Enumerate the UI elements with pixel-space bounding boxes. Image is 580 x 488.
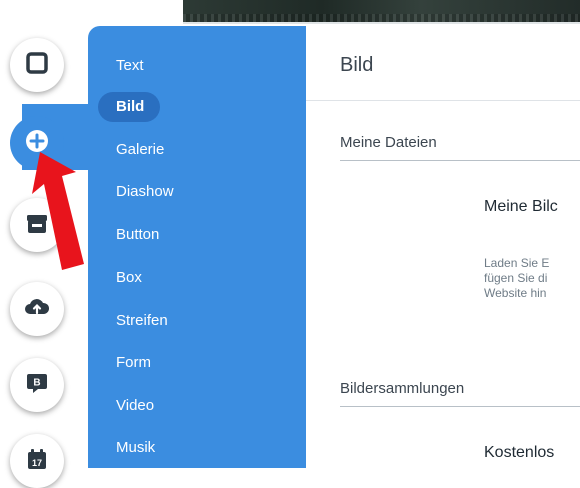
desc-line: Website hin [484, 286, 547, 300]
menu-item-form[interactable]: Form [116, 351, 151, 375]
content-panel: Bild Meine Dateien Meine Bilc Laden Sie … [306, 26, 580, 468]
sidebar-button-blog[interactable]: B [10, 358, 64, 412]
menu-item-musik[interactable]: Musik [116, 436, 155, 460]
section-my-files: Meine Dateien [340, 134, 437, 151]
section-divider [340, 160, 580, 161]
panel-title: Bild [340, 54, 374, 76]
background-photo-strip [183, 0, 580, 24]
my-images-title[interactable]: Meine Bilc [484, 198, 558, 216]
desc-line: fügen Sie di [484, 271, 548, 285]
section-collections: Bildersammlungen [340, 380, 465, 397]
menu-item-streifen[interactable]: Streifen [116, 309, 168, 333]
menu-item-video[interactable]: Video [116, 394, 154, 418]
calendar-icon: 17 [25, 447, 49, 476]
red-arrow-annotation [32, 152, 84, 270]
calendar-badge: 17 [32, 458, 42, 468]
menu-item-galerie[interactable]: Galerie [116, 138, 164, 162]
menu-item-text[interactable]: Text [116, 54, 144, 78]
section-divider [340, 406, 580, 407]
sidebar-button-events[interactable]: 17 [10, 434, 64, 488]
title-divider [306, 100, 580, 101]
desc-line: Laden Sie E [484, 256, 550, 270]
free-images-title[interactable]: Kostenlos [484, 444, 554, 462]
menu-item-diashow[interactable]: Diashow [116, 180, 174, 204]
blog-badge: B [33, 377, 40, 388]
menu-item-button[interactable]: Button [116, 223, 159, 247]
my-images-description: Laden Sie E fügen Sie di Website hin [484, 256, 549, 301]
blog-icon: B [25, 371, 49, 400]
add-menu-panel: Text Bild Galerie Diashow Button Box Str… [88, 26, 306, 468]
